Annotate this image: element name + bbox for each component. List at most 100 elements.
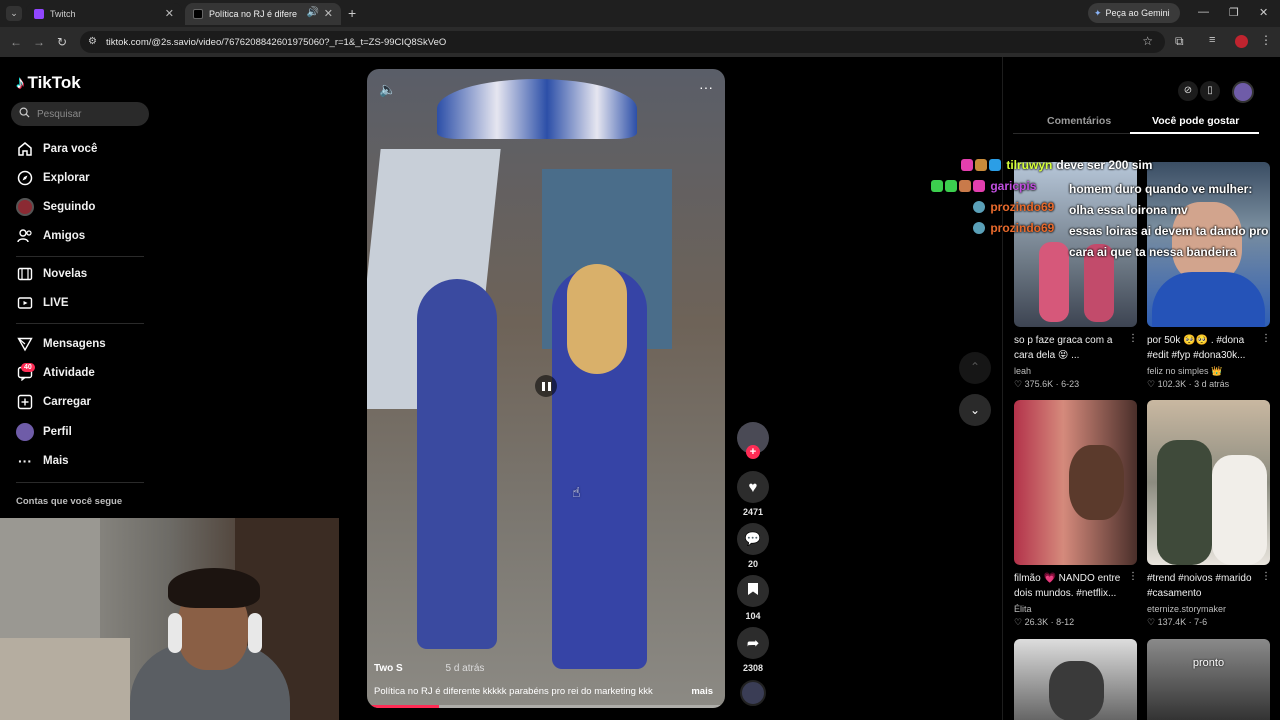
card-views: 375.6K (1024, 379, 1054, 389)
nav-novelas[interactable]: Novelas (16, 264, 87, 284)
nav-live[interactable]: LIVE (16, 293, 69, 313)
gemini-icon: ✦ (1094, 7, 1102, 18)
video-author[interactable]: Two S 5 d atrás (374, 663, 484, 674)
follow-plus-button[interactable]: + (746, 445, 760, 459)
card-author[interactable]: feliz no simples 👑 (1147, 366, 1222, 377)
explore-compass-icon[interactable]: ⊘ (1178, 81, 1198, 101)
close-tab-icon[interactable]: ✕ (324, 7, 333, 20)
next-video-button[interactable]: ⌄ (959, 394, 991, 426)
site-info-icon[interactable]: ⚙ (88, 36, 97, 47)
nav-label: Atividade (43, 367, 95, 379)
nav-seguindo[interactable]: Seguindo (16, 197, 95, 217)
heart-outline-icon: ♡ (1147, 617, 1158, 627)
caption-more-link[interactable]: mais (691, 686, 713, 697)
card-more-icon[interactable]: ⋮ (1128, 571, 1138, 582)
close-tab-icon[interactable]: ✕ (165, 7, 174, 20)
right-panel: ⊘ ▯ Comentários Você pode gostar so p fa… (1002, 57, 1280, 720)
video-progress-bar[interactable] (367, 705, 725, 708)
card-author[interactable]: eternize.storymaker (1147, 604, 1226, 614)
mute-icon[interactable]: 🔈 (379, 81, 396, 98)
gemini-button[interactable]: ✦ Peça ao Gemini (1088, 3, 1180, 23)
nav-mensagens[interactable]: Mensagens (16, 334, 106, 354)
tab-title: Política no RJ é diferente: p... (209, 9, 297, 19)
badge-avatar-icon (973, 201, 985, 213)
new-tab-button[interactable]: + (348, 5, 356, 21)
bookmark-star-icon[interactable]: ☆ (1142, 34, 1153, 48)
like-button[interactable]: ♥ (737, 471, 769, 503)
chat-text-block: essas loiras ai devem ta dando pro cara … (1069, 224, 1269, 259)
following-avatar-icon (16, 198, 34, 216)
reload-icon[interactable]: ↻ (57, 35, 67, 49)
sidebar-divider (16, 256, 144, 257)
user-avatar[interactable] (1232, 81, 1254, 103)
share-button[interactable]: ➦ (737, 627, 769, 659)
card-views: 102.3K (1157, 379, 1187, 389)
close-window-icon[interactable]: ✕ (1259, 6, 1268, 19)
card-views: 137.4K (1157, 617, 1187, 627)
nav-carregar[interactable]: Carregar (16, 392, 91, 412)
card-stats: ♡ 102.3K · 3 d atrás (1147, 379, 1230, 389)
heart-icon: ♥ (748, 478, 758, 496)
tiktok-logo[interactable]: ♪ TikTok (16, 73, 81, 93)
card-author[interactable]: leah (1014, 366, 1031, 376)
tab-comentarios[interactable]: Comentários (1047, 115, 1111, 127)
back-arrow-icon[interactable]: ← (10, 35, 22, 49)
video-card-thumbnail[interactable] (1014, 400, 1137, 565)
save-button[interactable] (737, 575, 769, 607)
chat-text: deve ser 200 sim (1056, 158, 1153, 172)
pause-icon (547, 381, 551, 391)
tab-voce-pode-gostar[interactable]: Você pode gostar (1152, 115, 1239, 127)
video-card-thumbnail[interactable] (1014, 639, 1137, 720)
nav-label: Seguindo (43, 201, 96, 213)
card-date: 3 d atrás (1194, 379, 1230, 389)
forward-arrow-icon[interactable]: → (33, 35, 45, 49)
video-card-thumbnail[interactable] (1147, 400, 1270, 565)
card-more-icon[interactable]: ⋮ (1261, 571, 1271, 582)
browser-menu-icon[interactable]: ⋮ (1260, 33, 1272, 47)
nav-perfil[interactable]: Perfil (16, 422, 72, 442)
extensions-icon[interactable]: ⧉ (1175, 34, 1184, 49)
device-icon[interactable]: ▯ (1200, 81, 1220, 101)
video-card-thumbnail[interactable]: pronto (1147, 639, 1270, 720)
card-title[interactable]: por 50k 🥺🥺 . #dona #edit #fyp #dona30k..… (1147, 333, 1265, 363)
nav-amigos[interactable]: Amigos (16, 226, 85, 246)
share-arrow-icon: ➦ (746, 635, 760, 652)
search-input[interactable]: Pesquisar (11, 102, 149, 126)
video-more-icon[interactable]: ··· (699, 79, 713, 95)
comment-button[interactable]: 💬 (737, 523, 769, 555)
card-more-icon[interactable]: ⋮ (1261, 333, 1271, 344)
nav-para-voce[interactable]: Para você (16, 139, 97, 159)
card-views: 26.3K (1024, 617, 1049, 627)
webcam-overlay (0, 518, 339, 720)
video-player[interactable]: 🔈 ··· Two S 5 d atrás Política no RJ é d… (367, 69, 725, 708)
pause-button[interactable] (535, 375, 557, 397)
audio-playing-icon[interactable]: 🔊 (307, 7, 319, 18)
minimize-window-icon[interactable]: — (1198, 6, 1209, 18)
url-field[interactable]: ⚙ tiktok.com/@2s.savio/video/76762088426… (80, 31, 1165, 53)
activity-badge: 40 (21, 363, 35, 372)
tab-search-button[interactable]: ⌄ (6, 6, 22, 21)
browser-tab-twitch[interactable]: Twitch ✕ (26, 3, 182, 25)
media-control-icon[interactable]: ≡ (1209, 34, 1215, 46)
twitch-favicon-icon (34, 9, 44, 19)
badge-emote-icon (959, 180, 971, 192)
card-more-icon[interactable]: ⋮ (1128, 333, 1138, 344)
music-disc-avatar[interactable] (740, 680, 766, 706)
chat-message: prozindo69 (973, 221, 1054, 235)
sidebar-divider (16, 482, 144, 483)
browser-tab-tiktok[interactable]: Política no RJ é diferente: p... 🔊 ✕ (185, 3, 341, 25)
thumb-figure (1157, 440, 1212, 565)
profile-avatar[interactable] (1235, 35, 1248, 48)
card-title[interactable]: #trend #noivos #marido #casamento (1147, 571, 1265, 601)
nav-explorar[interactable]: Explorar (16, 168, 90, 188)
card-title[interactable]: filmão 💗 NANDO entre dois mundos. #netfl… (1014, 571, 1132, 601)
previous-video-button[interactable]: ⌃ (959, 352, 991, 384)
search-placeholder: Pesquisar (37, 108, 82, 120)
nav-mais[interactable]: ··· Mais (16, 451, 69, 471)
share-count: 2308 (742, 663, 764, 673)
restore-window-icon[interactable]: ❐ (1229, 6, 1239, 19)
webcam-wall (0, 518, 100, 638)
card-date: 6-23 (1061, 379, 1080, 389)
card-author[interactable]: Élita (1014, 604, 1032, 614)
card-title[interactable]: so p faze graca com a cara dela 😝 ... (1014, 333, 1132, 363)
